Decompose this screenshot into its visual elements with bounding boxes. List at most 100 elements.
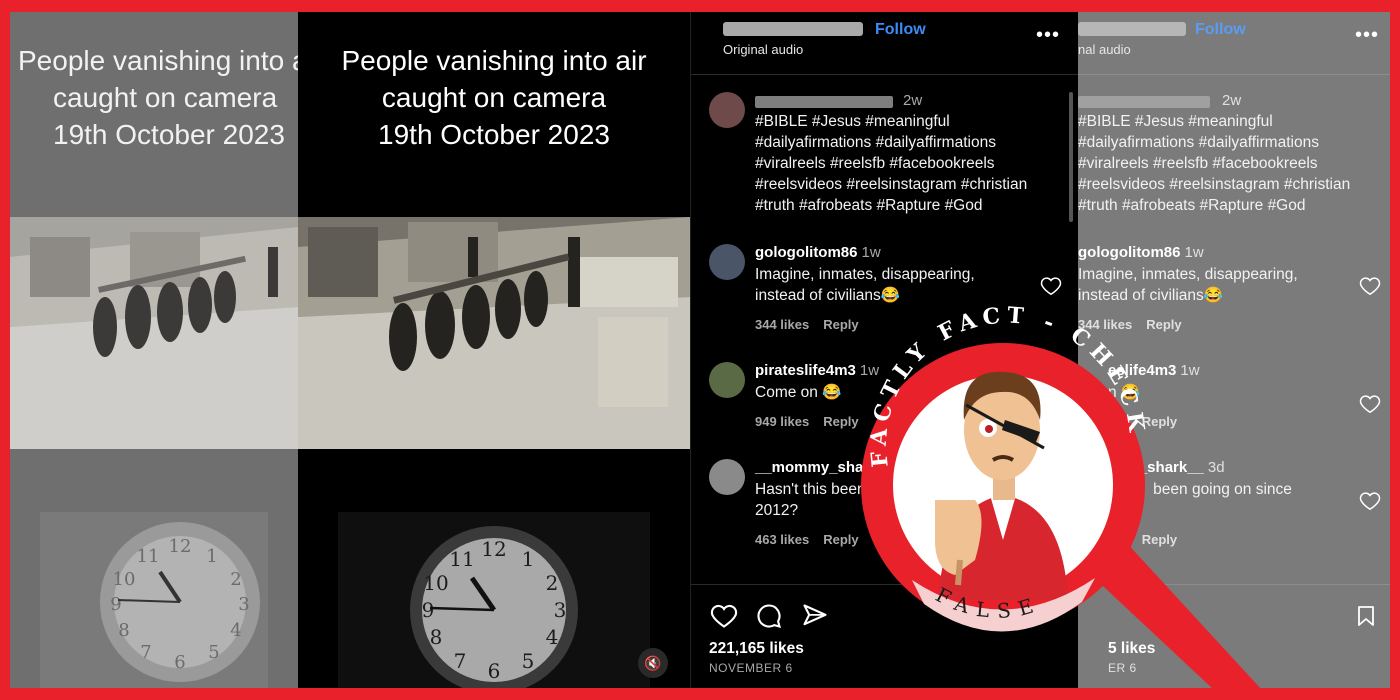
svg-text:12: 12 [169, 536, 192, 557]
comment-meta: 949 Reply [1078, 414, 1178, 429]
more-dots-icon[interactable]: ••• [1036, 24, 1060, 47]
comment-meta: 344 likes Reply [1078, 317, 1182, 332]
comments-panel: Follow Original audio ••• 2w #BIBLE #Jes… [690, 12, 1079, 688]
heart-icon [1359, 492, 1381, 511]
comment-meta: 463 Reply [1078, 532, 1178, 547]
screenshot-collage: People vanishing into air caught on came… [10, 12, 1390, 688]
reply-button[interactable]: Reply [823, 317, 858, 332]
comment-text: Hasn't this been going on since 2012? [755, 481, 970, 519]
svg-text:10: 10 [113, 569, 136, 590]
caption-time: 2w [1222, 92, 1242, 109]
comment-meta: 344 likes Reply [755, 317, 859, 332]
clock-icon: 12 12 3 45 6 78 9 1011 [100, 522, 260, 682]
svg-text:6: 6 [488, 659, 501, 683]
svg-text:3: 3 [554, 598, 567, 622]
svg-text:1: 1 [522, 547, 535, 571]
video-caption: People vanishing into air caught on came… [298, 42, 690, 153]
svg-text:4: 4 [546, 625, 559, 649]
comment-username[interactable]: gologolitom86 1w [755, 244, 881, 261]
blurred-username [723, 22, 863, 36]
svg-text:8: 8 [430, 625, 443, 649]
svg-text:2: 2 [546, 571, 559, 595]
comment-username: eslife4m3 1w [1108, 362, 1200, 379]
caption-line-1: People vanishing into air [341, 45, 647, 76]
mute-icon[interactable]: 🔇 [638, 648, 668, 678]
svg-text:11: 11 [449, 547, 474, 571]
svg-text:9: 9 [422, 598, 435, 622]
comment-text: n 😂 [1108, 384, 1141, 401]
blurred-username [1078, 96, 1210, 108]
caption-line-1: People vanishing into air [18, 45, 298, 76]
svg-text:6: 6 [174, 652, 185, 673]
faded-video-caption: People vanishing into air caught on came… [10, 42, 298, 153]
more-dots-icon[interactable]: ••• [1355, 24, 1379, 47]
comment-meta: 463 likes Reply [755, 532, 859, 547]
heart-icon[interactable] [709, 602, 739, 630]
heart-icon[interactable] [1040, 275, 1062, 297]
svg-text:11: 11 [137, 546, 160, 567]
heart-icon [1359, 395, 1381, 414]
faded-comments-panel: Follow nal audio ••• 2w #BIBLE #Jesus #m… [1078, 12, 1390, 688]
comment-text: Hasn' been going on since 2012? [1078, 481, 1292, 519]
waiting-room-scene [10, 217, 298, 449]
share-icon[interactable] [801, 602, 829, 630]
follow-button[interactable]: Follow [875, 21, 926, 39]
blurred-username [755, 96, 893, 108]
reel-video-panel[interactable]: People vanishing into air caught on came… [298, 12, 690, 688]
reply-button[interactable]: Reply [823, 532, 858, 547]
svg-text:9: 9 [110, 594, 121, 615]
likes-count: 5 likes [1108, 640, 1156, 657]
comment-username[interactable]: __mommy_shark__ 3d [755, 459, 915, 476]
svg-text:4: 4 [230, 620, 241, 641]
clock-frame: 12 1 2 345 678 9 10 11 [338, 512, 650, 688]
heart-icon [1359, 277, 1381, 296]
caption-time: 2w [903, 92, 923, 109]
svg-text:10: 10 [423, 571, 448, 595]
original-audio-label: nal audio [1078, 42, 1131, 57]
comment-username[interactable]: pirateslife4m3 1w [755, 362, 879, 379]
svg-text:7: 7 [140, 642, 151, 663]
avatar[interactable] [709, 362, 745, 398]
avatar[interactable] [709, 459, 745, 495]
caption-line-2: caught on camera [381, 82, 607, 113]
wall-clock-icon: 12 12 345 678 91011 [410, 526, 578, 688]
caption-line-3: 19th October 2023 [53, 119, 285, 150]
hospital-waiting-room-scene [298, 217, 690, 449]
reply-button[interactable]: Reply [823, 414, 858, 429]
svg-text:12: 12 [481, 537, 506, 561]
faded-video-panel: People vanishing into air caught on came… [10, 12, 298, 688]
svg-text:7: 7 [454, 649, 467, 673]
heart-icon[interactable] [1040, 393, 1062, 415]
comment-icon[interactable] [755, 602, 783, 630]
comment-text: Imagine, inmates, disappearing, instead … [755, 266, 975, 304]
header-divider [691, 74, 1079, 75]
post-date: ER 6 [1108, 661, 1137, 675]
comment-username: gologolitom86 1w [1078, 244, 1204, 261]
heart-icon[interactable] [1040, 490, 1062, 512]
header-divider [1078, 74, 1390, 75]
comment-text: Come on 😂 [755, 384, 842, 401]
svg-text:1: 1 [206, 546, 217, 567]
likes-count[interactable]: 221,165 likes [709, 640, 804, 658]
avatar[interactable] [709, 92, 745, 128]
original-audio-label[interactable]: Original audio [723, 42, 803, 57]
comment-meta: 949 likes Reply [755, 414, 859, 429]
svg-text:3: 3 [238, 594, 249, 615]
faded-clock-frame: 12 1 2 3 45 6 78 9 10 11 [40, 512, 268, 688]
follow-button[interactable]: Follow [1195, 21, 1246, 39]
svg-text:2: 2 [230, 569, 241, 590]
post-caption-hashtags: #BIBLE #Jesus #meaningful #dailyafirmati… [1078, 113, 1351, 214]
faded-cctv-frame [10, 217, 298, 449]
post-caption-hashtags[interactable]: #BIBLE #Jesus #meaningful #dailyafirmati… [755, 111, 1027, 216]
post-date: NOVEMBER 6 [709, 661, 793, 675]
caption-line-2: caught on camera [53, 82, 278, 113]
svg-text:8: 8 [118, 620, 129, 641]
svg-text:5: 5 [522, 649, 535, 673]
svg-text:5: 5 [208, 642, 219, 663]
comment-text: Imagine, inmates, disappearing, instead … [1078, 266, 1298, 304]
caption-line-3: 19th October 2023 [378, 119, 610, 150]
avatar[interactable] [709, 244, 745, 280]
scrollbar[interactable] [1069, 92, 1073, 222]
footer-divider [1078, 584, 1390, 585]
bookmark-icon [1358, 606, 1374, 626]
